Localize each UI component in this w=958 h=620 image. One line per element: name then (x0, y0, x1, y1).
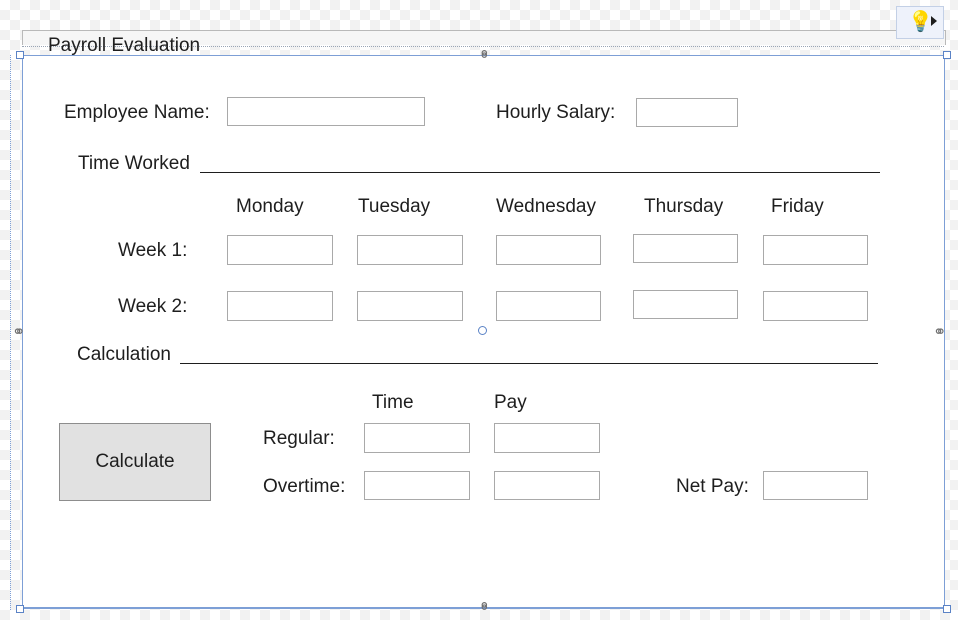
calculate-button[interactable]: Calculate (59, 423, 211, 501)
week-2-friday-field[interactable] (763, 291, 868, 321)
net-pay-label: Net Pay: (676, 476, 749, 497)
anchor-bottom-icon[interactable]: ⚭ (475, 599, 494, 612)
week-1-monday-field[interactable] (227, 235, 333, 265)
resize-handle-top-right[interactable] (943, 51, 951, 59)
week-2-monday-field[interactable] (227, 291, 333, 321)
lightbulb-icon[interactable]: 💡 (908, 11, 933, 33)
time-worked-heading: Time Worked (78, 153, 190, 174)
overtime-time-field[interactable] (364, 471, 470, 500)
triangle-right-icon[interactable] (931, 16, 937, 26)
employee-name-label: Employee Name: (64, 102, 210, 123)
resize-handle-bottom-left[interactable] (16, 605, 24, 613)
anchor-left-icon[interactable]: ⚭ (12, 324, 25, 340)
anchor-top-icon[interactable]: ⚭ (475, 47, 494, 60)
regular-time-field[interactable] (364, 423, 470, 453)
selection-guide-left (10, 55, 11, 610)
week-1-thursday-field[interactable] (633, 234, 738, 263)
day-header-wednesday: Wednesday (496, 196, 596, 217)
week-2-label: Week 2: (118, 296, 188, 317)
center-anchor-dot[interactable] (478, 326, 487, 335)
day-header-monday: Monday (236, 196, 304, 217)
week-2-wednesday-field[interactable] (496, 291, 601, 321)
week-1-tuesday-field[interactable] (357, 235, 463, 265)
resize-handle-bottom-right[interactable] (943, 605, 951, 613)
calculation-divider (180, 363, 878, 364)
time-worked-divider (200, 172, 880, 173)
week-1-wednesday-field[interactable] (496, 235, 601, 265)
hourly-salary-label: Hourly Salary: (496, 102, 616, 123)
week-1-label: Week 1: (118, 240, 188, 261)
day-header-friday: Friday (771, 196, 824, 217)
regular-label: Regular: (263, 428, 335, 449)
overtime-pay-field[interactable] (494, 471, 600, 500)
pay-column-header: Pay (494, 392, 527, 413)
resize-handle-top-left[interactable] (16, 51, 24, 59)
week-2-tuesday-field[interactable] (357, 291, 463, 321)
employee-name-field[interactable] (227, 97, 425, 126)
calculation-heading: Calculation (77, 344, 171, 365)
regular-pay-field[interactable] (494, 423, 600, 453)
overtime-label: Overtime: (263, 476, 346, 497)
week-1-friday-field[interactable] (763, 235, 868, 265)
day-header-thursday: Thursday (644, 196, 724, 217)
time-column-header: Time (372, 392, 414, 413)
week-2-thursday-field[interactable] (633, 290, 738, 319)
net-pay-field[interactable] (763, 471, 868, 500)
hourly-salary-field[interactable] (636, 98, 738, 127)
day-header-tuesday: Tuesday (358, 196, 431, 217)
anchor-right-icon[interactable]: ⚭ (933, 324, 946, 340)
